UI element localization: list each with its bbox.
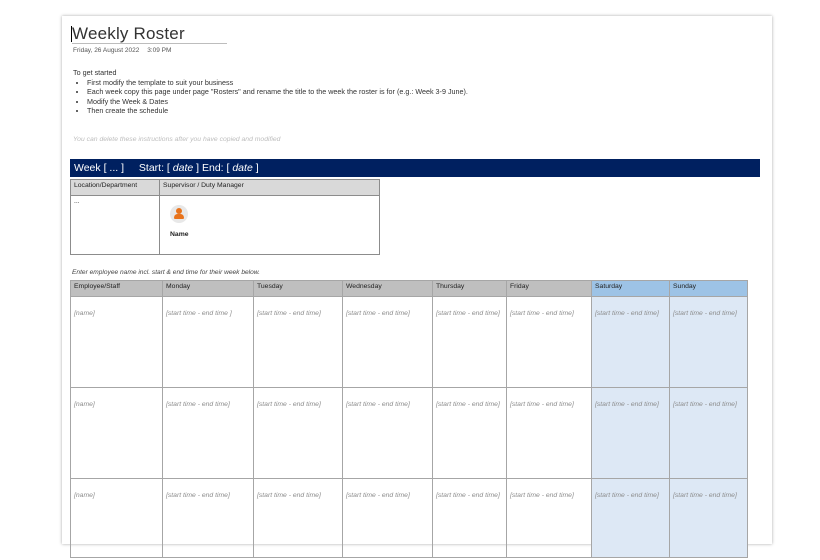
page-title[interactable]: Weekly Roster: [72, 24, 185, 44]
instructions-block[interactable]: To get started First modify the template…: [73, 68, 468, 116]
instruction-item: Modify the Week & Dates: [87, 97, 468, 107]
header-thursday: Thursday: [432, 280, 507, 297]
shift-cell[interactable]: [start time - end time]: [591, 387, 670, 479]
header-friday: Friday: [506, 280, 592, 297]
table-row: [name] [start time - end time] [start ti…: [70, 387, 748, 479]
end-label: ] End: [: [196, 162, 230, 174]
shift-cell[interactable]: [start time - end time]: [591, 478, 670, 558]
shift-cell[interactable]: [start time - end time]: [669, 478, 748, 558]
week-header-bar[interactable]: Week [ ... ] Start: [ date ] End: [ date…: [70, 159, 760, 177]
page-time-text: 3:09 PM: [147, 47, 172, 54]
delete-instructions-note[interactable]: You can delete these instructions after …: [73, 136, 280, 143]
shift-cell[interactable]: [start time - end time]: [162, 387, 254, 479]
person-icon: [170, 205, 188, 223]
title-underline: [72, 43, 227, 44]
page-date-text: Friday, 26 August 2022: [73, 47, 140, 54]
table-row: [name] [start time - end time ] [start t…: [70, 296, 748, 388]
location-header: Location/Department: [70, 179, 160, 196]
supervisor-header: Supervisor / Duty Manager: [159, 179, 380, 196]
shift-cell[interactable]: [start time - end time]: [591, 296, 670, 388]
roster-header-row: Employee/Staff Monday Tuesday Wednesday …: [70, 280, 748, 297]
employee-name-cell[interactable]: [name]: [70, 387, 163, 479]
shift-cell[interactable]: [start time - end time]: [669, 296, 748, 388]
onenote-page: Weekly Roster Friday, 26 August 2022 3:0…: [62, 16, 772, 558]
shift-cell[interactable]: [start time - end time]: [253, 478, 343, 558]
start-label: Start: [: [138, 162, 170, 174]
employee-name-cell[interactable]: [name]: [70, 478, 163, 558]
page-date: Friday, 26 August 2022 3:09 PM: [73, 47, 177, 54]
location-table: Location/Department Supervisor / Duty Ma…: [70, 179, 380, 255]
instruction-item: Each week copy this page under page "Ros…: [87, 87, 468, 97]
shift-cell[interactable]: [start time - end time]: [342, 478, 433, 558]
header-wednesday: Wednesday: [342, 280, 433, 297]
header-tuesday: Tuesday: [253, 280, 343, 297]
instruction-item: Then create the schedule: [87, 106, 468, 116]
table-row: [name] [start time - end time] [start ti…: [70, 478, 748, 558]
instruction-item: First modify the template to suit your b…: [87, 78, 468, 88]
shift-cell[interactable]: [start time - end time]: [253, 387, 343, 479]
supervisor-name: Name: [170, 231, 189, 238]
shift-cell[interactable]: [start time - end time]: [506, 296, 592, 388]
shift-cell[interactable]: [start time - end time]: [506, 478, 592, 558]
shift-cell[interactable]: [start time - end time]: [432, 296, 507, 388]
shift-cell[interactable]: [start time - end time]: [253, 296, 343, 388]
instructions-list: First modify the template to suit your b…: [73, 78, 468, 116]
header-saturday: Saturday: [591, 280, 670, 297]
employee-name-cell[interactable]: [name]: [70, 296, 163, 388]
location-cell[interactable]: ...: [70, 195, 160, 255]
end-date-placeholder: date: [232, 162, 253, 174]
shift-cell[interactable]: [start time - end time]: [432, 478, 507, 558]
week-label: Week [ ... ]: [74, 162, 124, 174]
header-employee: Employee/Staff: [70, 280, 163, 297]
shift-cell[interactable]: [start time - end time]: [432, 387, 507, 479]
instructions-heading: To get started: [73, 68, 117, 77]
shift-cell[interactable]: [start time - end time ]: [162, 296, 254, 388]
end-bracket: ]: [255, 162, 259, 174]
shift-cell[interactable]: [start time - end time]: [669, 387, 748, 479]
header-monday: Monday: [162, 280, 254, 297]
shift-cell[interactable]: [start time - end time]: [162, 478, 254, 558]
roster-instruction: Enter employee name incl. start & end ti…: [72, 269, 261, 276]
shift-cell[interactable]: [start time - end time]: [342, 387, 433, 479]
start-date-placeholder: date: [172, 162, 194, 174]
header-sunday: Sunday: [669, 280, 748, 297]
shift-cell[interactable]: [start time - end time]: [506, 387, 592, 479]
roster-table: Employee/Staff Monday Tuesday Wednesday …: [70, 280, 748, 558]
shift-cell[interactable]: [start time - end time]: [342, 296, 433, 388]
supervisor-cell[interactable]: Name: [159, 195, 380, 255]
